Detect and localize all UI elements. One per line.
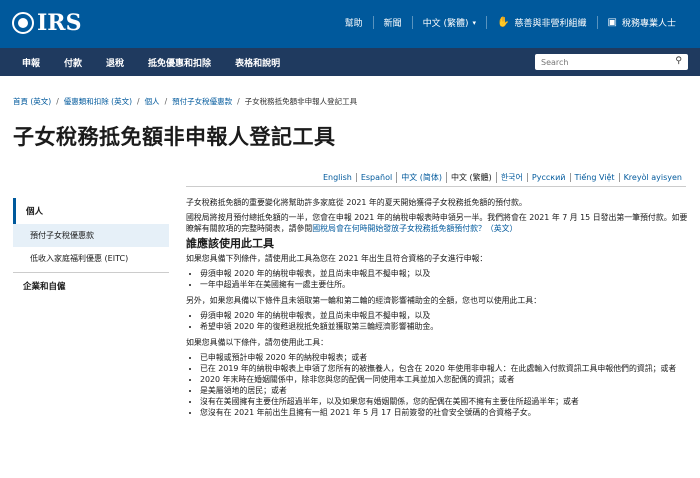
sidebar-section-business[interactable]: 企業和自僱: [13, 272, 169, 299]
sidebar-item-advance-ctc[interactable]: 預付子女稅優惠款: [13, 224, 169, 247]
search-input[interactable]: [541, 57, 666, 67]
schedule-link[interactable]: 國稅局會在何時開始發放子女稅務抵免額預付款？（英文）: [312, 224, 517, 233]
do-not-use-list: 已申報或預計申報 2020 年的納稅申報表；或者 已在 2019 年的納稅申報表…: [200, 352, 688, 418]
nav-credits-deductions[interactable]: 抵免優惠和扣除: [136, 56, 223, 69]
lang-vietnamese[interactable]: Tiếng Việt: [569, 173, 619, 182]
chevron-down-icon: ▾: [472, 18, 477, 27]
divider: [186, 186, 686, 187]
lang-korean[interactable]: 한국어: [495, 172, 527, 183]
page-title: 子女稅務抵免額非申報人登記工具: [13, 125, 336, 149]
nav-refunds[interactable]: 退稅: [94, 56, 136, 69]
lang-russian[interactable]: Русский: [526, 173, 570, 182]
sidebar: 個人 預付子女稅優惠款 低收入家庭福利優惠 (EITC) 企業和自僱: [13, 198, 169, 299]
list-item: 沒有在美國擁有主要住所超過半年，以及如果您有婚姻關係，您的配偶在美國不擁有主要住…: [200, 396, 688, 407]
eagle-icon: [12, 12, 34, 34]
eip-list: 毋須申報 2020 年的納稅申報表，並且尚未申報且不擬申報，以及 希望申領 20…: [200, 310, 688, 332]
search-box: ⚲: [535, 54, 688, 70]
handshake-icon: ✋: [497, 17, 510, 28]
lang-english[interactable]: English: [319, 173, 356, 182]
intro-paragraph: 子女稅務抵免額的重要變化將幫助許多家庭從 2021 年的夏天開始獲得子女稅務抵免…: [186, 198, 527, 207]
sidebar-item-eitc[interactable]: 低收入家庭福利優惠 (EITC): [13, 247, 169, 270]
list-item: 一年中超過半年在美國擁有一處主要住所。: [200, 279, 688, 290]
news-link[interactable]: 新聞: [372, 16, 412, 29]
nav-pay[interactable]: 付款: [52, 56, 94, 69]
tax-pros-link[interactable]: ▣ 稅務專業人士: [596, 16, 686, 29]
charities-link[interactable]: ✋ 慈善與非營利組織: [486, 16, 596, 29]
language-selector[interactable]: 中文 (繁體) ▾: [411, 16, 486, 29]
breadcrumb-credits[interactable]: 優惠類和扣除 (英文): [64, 96, 132, 107]
main-content: 子女稅務抵免額的重要變化將幫助許多家庭從 2021 年的夏天開始獲得子女稅務抵免…: [186, 197, 688, 423]
conditions-list: 毋須申報 2020 年的納稅申報表，並且尚未申報且不擬申報；以及 一年中超過半年…: [200, 268, 688, 290]
list-item: 希望申領 2020 年的復甦退稅抵免額並獲取第三輪經濟影響補助金。: [200, 321, 688, 332]
lang-spanish[interactable]: Español: [355, 173, 396, 182]
conditions-intro: 如果您具備下列條件，請使用此工具為您在 2021 年出生且符合資格的子女進行申報…: [186, 254, 488, 263]
list-item: 已申報或預計申報 2020 年的納稅申報表；或者: [200, 352, 688, 363]
payment-paragraph: 國稅局將按月預付總抵免額的一半，您會在申報 2021 年的納稅申報表時申領另一半…: [186, 213, 688, 233]
top-header: IRS 幫助 新聞 中文 (繁體) ▾ ✋ 慈善與非營利組織 ▣ 稅務專業人士: [0, 0, 700, 48]
lang-haitian-creole[interactable]: Kreyòl ayisyen: [618, 173, 686, 182]
eip-intro: 另外，如果您具備以下條件且未領取第一輪和第二輪的經濟影響補助金的全額，您也可以使…: [186, 296, 542, 305]
breadcrumb-individuals[interactable]: 個人: [145, 96, 160, 107]
list-item: 已在 2019 年的納稅申報表上申領了您所有的被撫養人，包含在 2020 年使用…: [200, 363, 688, 374]
list-item: 您沒有在 2021 年前出生且擁有一組 2021 年 5 月 17 日前簽發的社…: [200, 407, 688, 418]
do-not-use-intro: 如果您具備以下條件，請勿使用此工具：: [186, 338, 329, 347]
list-item: 2020 年末時在婚姻關係中，除非您與您的配偶一同使用本工具並加入您配偶的資訊；…: [200, 374, 688, 385]
nav-forms-instructions[interactable]: 表格和說明: [223, 56, 292, 69]
briefcase-icon: ▣: [607, 17, 617, 28]
section-heading: 誰應該使用此工具: [186, 237, 274, 250]
breadcrumb-advance-ctc[interactable]: 預付子女稅優惠款: [172, 96, 232, 107]
search-icon[interactable]: ⚲: [675, 56, 682, 66]
lang-chinese-simplified[interactable]: 中文 (简体): [396, 172, 446, 183]
lang-chinese-traditional: 中文 (繁體): [446, 172, 496, 183]
breadcrumb: 首頁 (英文) / 優惠類和扣除 (英文) / 個人 / 預付子女稅優惠款 / 子女稅務…: [13, 96, 358, 107]
breadcrumb-current: 子女稅務抵免額非申報人登記工具: [244, 97, 358, 106]
help-link[interactable]: 幫助: [335, 16, 373, 29]
nav-file[interactable]: 申報: [0, 56, 52, 69]
list-item: 毋須申報 2020 年的納稅申報表，並且尚未申報且不擬申報，以及: [200, 310, 688, 321]
language-links: English Español 中文 (简体) 中文 (繁體) 한국어 Русс…: [319, 172, 686, 183]
irs-logo[interactable]: IRS: [12, 10, 81, 36]
list-item: 是美屬領地的居民；或者: [200, 385, 688, 396]
utility-nav: 幫助 新聞 中文 (繁體) ▾ ✋ 慈善與非營利組織 ▣ 稅務專業人士: [335, 16, 686, 29]
sidebar-section-individuals[interactable]: 個人: [13, 198, 169, 224]
list-item: 毋須申報 2020 年的納稅申報表，並且尚未申報且不擬申報；以及: [200, 268, 688, 279]
breadcrumb-home[interactable]: 首頁 (英文): [13, 96, 51, 107]
